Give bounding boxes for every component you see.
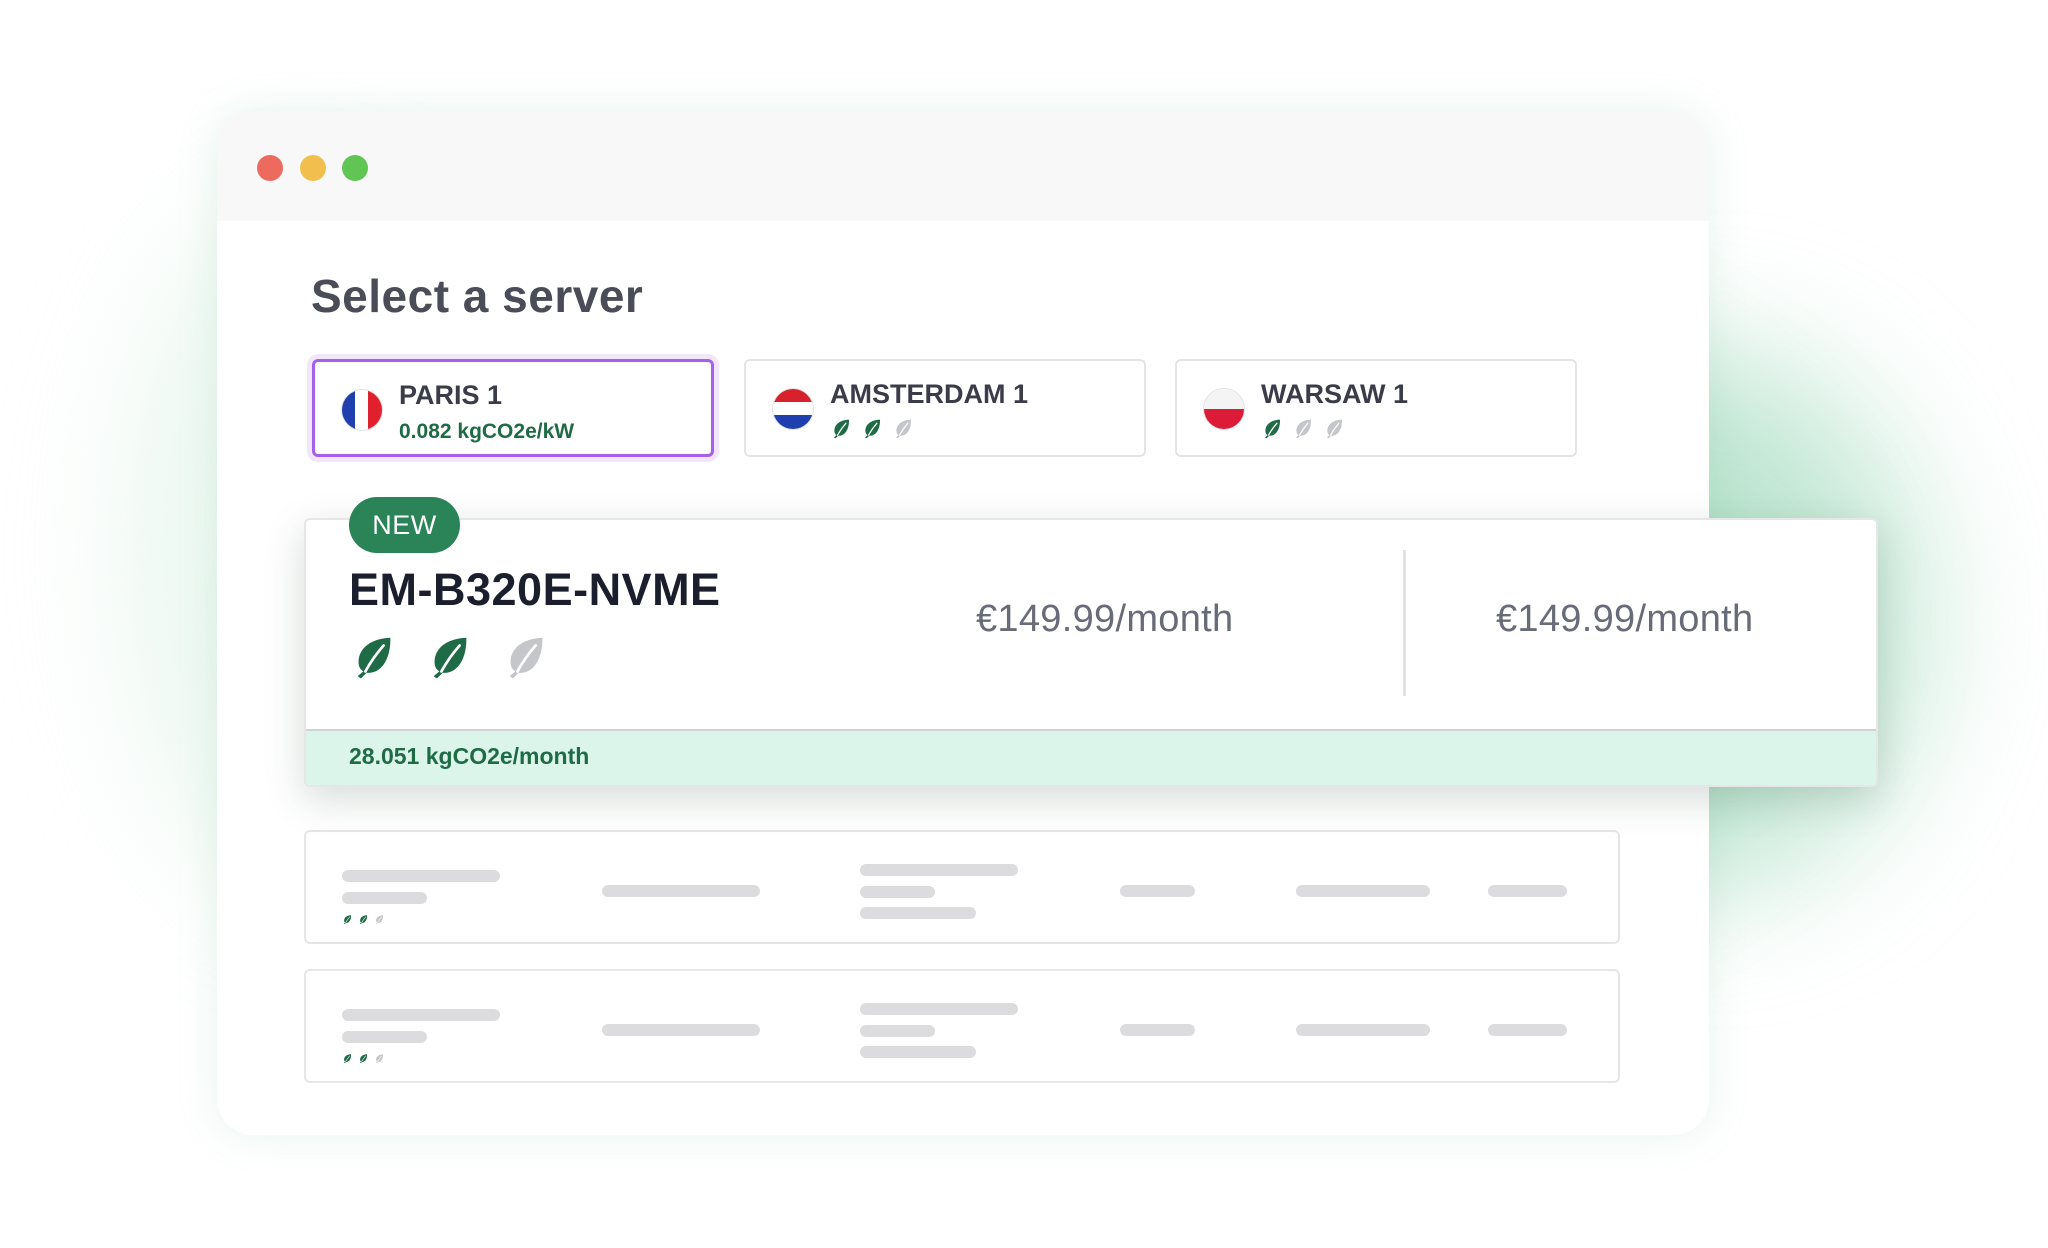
leaf-icon-inactive xyxy=(509,637,543,679)
eco-rating xyxy=(342,914,385,925)
skeleton-bar xyxy=(860,907,976,919)
region-name: WARSAW 1 xyxy=(1261,379,1409,409)
skeleton-bar xyxy=(342,1031,427,1043)
leaf-icon-active xyxy=(359,915,368,925)
skeleton-bar xyxy=(860,864,1018,876)
skeleton-bar xyxy=(860,1025,935,1037)
page-title: Select a server xyxy=(311,270,644,322)
eco-rating xyxy=(830,417,915,440)
leaf-icon-inactive xyxy=(375,915,384,925)
skeleton-bar xyxy=(860,886,935,898)
region-option-warsaw[interactable]: WARSAW 1 xyxy=(1175,359,1577,457)
leaf-icon-inactive xyxy=(375,1054,384,1064)
eco-rating xyxy=(342,1053,385,1064)
price-monthly-alt: €149.99/month xyxy=(1496,598,1754,640)
leaf-icon-active xyxy=(1264,419,1281,439)
skeleton-bar xyxy=(342,892,427,904)
leaf-icon-active xyxy=(433,637,467,679)
skeleton-bar xyxy=(1120,885,1195,897)
skeleton-bar xyxy=(1296,885,1430,897)
server-name: EM-B320E-NVME xyxy=(349,564,721,615)
skeleton-bar xyxy=(1296,1024,1430,1036)
region-co2-value: 0.082 kgCO2e/kW xyxy=(399,420,575,443)
minimize-window-button[interactable] xyxy=(300,155,326,181)
region-name: AMSTERDAM 1 xyxy=(830,379,1029,409)
leaf-icon-inactive xyxy=(895,419,912,439)
co2-estimate: 28.051 kgCO2e/month xyxy=(349,743,590,769)
server-row-placeholder[interactable] xyxy=(304,830,1620,944)
co2-footer: 28.051 kgCO2e/month xyxy=(306,729,1876,785)
new-badge: NEW xyxy=(349,497,460,553)
region-option-amsterdam[interactable]: AMSTERDAM 1 xyxy=(744,359,1146,457)
skeleton-bar xyxy=(602,885,760,897)
region-option-paris[interactable]: PARIS 1 0.082 kgCO2e/kW xyxy=(312,359,714,457)
server-row-placeholder[interactable] xyxy=(304,969,1620,1083)
leaf-icon-inactive xyxy=(1326,419,1343,439)
skeleton-bar xyxy=(342,870,500,882)
close-window-button[interactable] xyxy=(257,155,283,181)
skeleton-bar xyxy=(860,1003,1018,1015)
divider xyxy=(1403,550,1406,696)
france-flag-icon xyxy=(341,389,383,431)
leaf-icon-active xyxy=(833,419,850,439)
skeleton-bar xyxy=(860,1046,976,1058)
skeleton-bar xyxy=(1488,1024,1567,1036)
poland-flag-icon xyxy=(1203,388,1245,430)
leaf-icon-active xyxy=(343,1054,352,1064)
leaf-icon-active xyxy=(357,637,391,679)
window-titlebar xyxy=(217,111,1709,221)
region-name: PARIS 1 xyxy=(399,380,503,410)
featured-server-card[interactable]: EM-B320E-NVME €149.99/month €149.99/mont… xyxy=(304,518,1878,787)
leaf-icon-inactive xyxy=(1295,419,1312,439)
eco-rating xyxy=(349,632,551,682)
eco-rating xyxy=(1261,417,1346,440)
maximize-window-button[interactable] xyxy=(342,155,368,181)
skeleton-bar xyxy=(602,1024,760,1036)
price-monthly: €149.99/month xyxy=(976,598,1234,640)
skeleton-bar xyxy=(1488,885,1567,897)
skeleton-bar xyxy=(1120,1024,1195,1036)
netherlands-flag-icon xyxy=(772,388,814,430)
leaf-icon-active xyxy=(343,915,352,925)
leaf-icon-active xyxy=(864,419,881,439)
skeleton-bar xyxy=(342,1009,500,1021)
leaf-icon-active xyxy=(359,1054,368,1064)
